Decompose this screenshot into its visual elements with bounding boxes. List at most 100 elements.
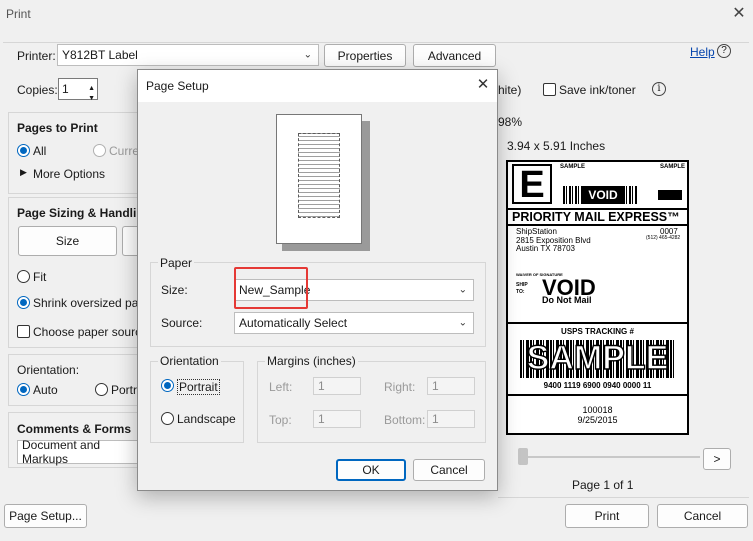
page-slider-thumb[interactable] [518,448,528,465]
advanced-button[interactable]: Advanced [413,44,496,67]
comments-select[interactable]: Document and Markups [17,438,145,466]
choose-source-checkbox[interactable] [17,325,30,338]
margin-left-label: Left: [269,380,293,394]
page-slider-track[interactable] [520,456,700,458]
shrink-label: Shrink oversized page [33,296,152,310]
paper-source-label: Source: [161,316,203,330]
orientation-title: Orientation: [17,363,80,377]
margin-top-label: Top: [269,413,292,427]
label-sender-city: Austin TX 78703 [516,244,576,253]
label-sample-tr: SAMPLE [660,164,686,170]
dialog-cancel-button[interactable]: Cancel [413,459,485,481]
label-service-box: E [512,164,552,204]
margin-top-input[interactable]: 1 [313,410,361,428]
preview-scale: 98% [498,115,523,129]
copies-input[interactable]: 1 ▲ ▼ [58,78,98,102]
help-link[interactable]: Help [690,45,715,59]
save-ink-label: Save ink/toner [559,83,636,97]
paper-source-value: Automatically Select [239,316,348,330]
dialog-title: Page Setup [146,79,209,93]
comments-title: Comments & Forms [17,422,132,436]
stepper-down-icon[interactable]: ▼ [88,89,95,109]
close-icon[interactable]: ✕ [731,3,747,22]
page-sizing-title: Page Sizing & Handling [17,206,152,220]
dialog-orientation-group [150,361,244,443]
printer-value: Y812BT Label [62,48,138,62]
dialog-portrait-radio[interactable] [161,379,174,392]
margin-bottom-input[interactable]: 1 [427,410,475,428]
margin-bottom-label: Bottom: [384,413,426,427]
margin-right-input[interactable]: 1 [427,377,475,395]
printer-select[interactable]: Y812BT Label ⌄ [57,44,319,66]
fit-label: Fit [33,270,47,284]
page-setup-dialog: Page Setup ✕ Paper Size: New_Sample ⌄ So… [137,69,498,491]
dialog-landscape-label: Landscape [177,412,236,426]
paper-group-title: Paper [158,256,195,270]
paper-source-select[interactable]: Automatically Select ⌄ [234,312,474,334]
dialog-portrait-label: Portrait [177,379,220,395]
window-title: Print [6,7,31,21]
pages-to-print-title: Pages to Print [17,121,98,135]
label-sample-tl: SAMPLE [560,164,586,170]
size-tab-button[interactable]: Size [18,226,117,256]
page-setup-button[interactable]: Page Setup... [4,504,87,528]
save-ink-checkbox[interactable] [543,83,556,96]
highlight-box [234,267,308,309]
print-button[interactable]: Print [565,504,649,528]
shrink-radio[interactable] [17,296,30,309]
chevron-down-icon: ⌄ [458,284,467,296]
page-indicator: Page 1 of 1 [572,478,634,492]
chevron-down-icon: ⌄ [458,317,467,329]
label-tracking-number: 9400 1119 6900 0940 0000 11 [543,381,652,390]
choose-source-label: Choose paper source [33,325,148,339]
label-tracking-title: USPS TRACKING # [561,327,634,336]
label-phone: (512) 465-4282 [646,235,681,241]
info-icon[interactable]: i [652,82,666,96]
label-sample-big: SAMPLE [526,338,669,377]
more-options-label[interactable]: More Options [33,167,105,181]
shipping-label-preview: E SAMPLE VOID SAMPLE PRIORITY MAIL EXPRE… [506,160,689,435]
margins-group-title: Margins (inches) [265,354,358,368]
preview-dimensions: 3.94 x 5.91 Inches [507,139,606,153]
expand-arrow-icon[interactable]: ▶ [20,167,27,178]
page-thumbnail-content [298,133,340,218]
stamps-logo [658,190,682,200]
next-page-button[interactable]: > [703,448,731,470]
printer-label: Printer: [17,49,56,63]
current-page-radio[interactable] [93,144,106,157]
label-divider-2 [508,224,687,226]
dialog-landscape-radio[interactable] [161,412,174,425]
label-title: PRIORITY MAIL EXPRESS™ [512,210,680,224]
margin-left-input[interactable]: 1 [313,377,361,395]
margins-group [257,361,486,443]
label-ship-to: SHIP TO: [516,282,528,295]
margin-right-label: Right: [384,380,416,394]
current-page-label: Curre [109,144,140,158]
paper-group [150,262,486,347]
auto-orientation-radio[interactable] [17,383,30,396]
label-ref-date: 9/25/2015 [577,415,618,425]
cancel-button[interactable]: Cancel [657,504,748,528]
label-do-not-mail: Do Not Mail [542,295,592,305]
fit-radio[interactable] [17,270,30,283]
label-ref-number: 100018 [582,405,613,415]
portrait-orientation-radio[interactable] [95,383,108,396]
all-pages-radio[interactable] [17,144,30,157]
all-pages-label: All [33,144,47,158]
label-sender-name: ShipStation [516,227,557,236]
page-thumbnail [276,114,362,244]
label-divider-3 [508,322,687,324]
comments-value: Document and Markups [22,438,101,466]
copies-value: 1 [62,82,69,96]
dialog-close-icon[interactable]: ✕ [474,75,492,95]
paper-size-label: Size: [161,283,188,297]
copies-label: Copies: [17,83,58,97]
dialog-orientation-title: Orientation [158,354,221,368]
dialog-ok-button[interactable]: OK [336,459,406,481]
chevron-down-icon: ⌄ [303,49,312,61]
label-void-badge: VOID [583,186,623,204]
properties-button[interactable]: Properties [324,44,406,67]
grayscale-label: hite) [498,83,522,97]
help-icon[interactable]: ? [717,44,731,58]
label-divider-4 [508,394,687,396]
